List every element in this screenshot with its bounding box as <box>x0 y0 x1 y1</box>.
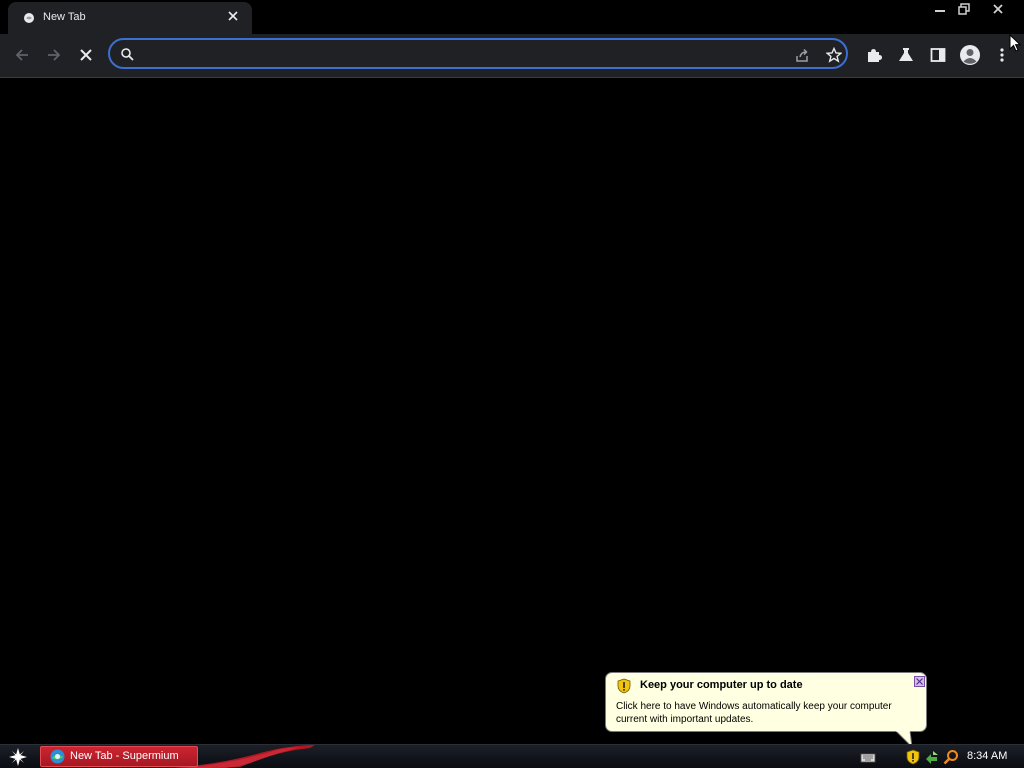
stop-button[interactable] <box>74 43 98 67</box>
search-icon <box>121 48 134 61</box>
tab-close-button[interactable] <box>226 10 240 24</box>
close-icon <box>228 11 238 21</box>
browser-tab-strip: New Tab <box>0 0 1024 34</box>
labs-button[interactable] <box>894 43 918 67</box>
update-notification-balloon[interactable]: Keep your computer up to date Click here… <box>605 672 927 732</box>
back-button[interactable] <box>10 43 34 67</box>
taskbar-item-label: New Tab - Supermium <box>70 750 179 762</box>
address-input[interactable] <box>144 44 788 65</box>
balloon-close-button[interactable] <box>914 676 925 687</box>
address-bar[interactable] <box>108 38 848 69</box>
arrow-right-icon <box>48 49 61 61</box>
extensions-button[interactable] <box>862 43 886 67</box>
taskbar-clock: 8:34 AM <box>967 750 1008 762</box>
security-shield-icon[interactable] <box>905 749 921 765</box>
taskbar: New Tab - Supermium 8:34 AM <box>0 744 1024 768</box>
arrow-left-icon <box>15 49 28 61</box>
flask-icon <box>899 48 913 61</box>
share-button[interactable] <box>792 45 812 65</box>
balloon-message: Click here to have Windows automatically… <box>616 701 892 725</box>
close-icon <box>916 678 923 685</box>
bookmark-button[interactable] <box>824 45 844 65</box>
supermium-icon <box>50 749 65 764</box>
security-shield-icon <box>617 678 631 694</box>
restore-button[interactable] <box>952 0 976 18</box>
browser-tab[interactable]: New Tab <box>8 2 252 34</box>
globe-icon <box>24 13 34 23</box>
minimize-button[interactable] <box>928 0 952 18</box>
stop-loading-icon <box>80 49 92 61</box>
profile-icon <box>960 45 980 65</box>
close-icon <box>993 4 1003 14</box>
page-content <box>0 78 1024 744</box>
kebab-menu-icon <box>1000 48 1004 62</box>
window-close-button[interactable] <box>986 0 1010 18</box>
side-panel-icon <box>930 48 946 62</box>
mouse-cursor-icon <box>1009 34 1021 52</box>
restore-icon <box>958 3 970 15</box>
puzzle-icon <box>868 49 882 62</box>
side-panel-button[interactable] <box>926 43 950 67</box>
keyboard-icon[interactable] <box>860 749 876 765</box>
share-icon <box>796 48 808 62</box>
star-start-icon <box>9 748 27 766</box>
browser-toolbar <box>0 34 1024 78</box>
network-icon[interactable] <box>924 749 940 765</box>
search-icon[interactable] <box>943 749 959 765</box>
taskbar-item-supermium[interactable]: New Tab - Supermium <box>40 746 198 767</box>
profile-button[interactable] <box>958 43 982 67</box>
start-button[interactable] <box>0 745 36 768</box>
forward-button[interactable] <box>42 43 66 67</box>
star-icon <box>826 47 842 63</box>
tab-title: New Tab <box>43 11 86 23</box>
balloon-title: Keep your computer up to date <box>640 679 803 691</box>
minimize-icon <box>935 10 945 12</box>
